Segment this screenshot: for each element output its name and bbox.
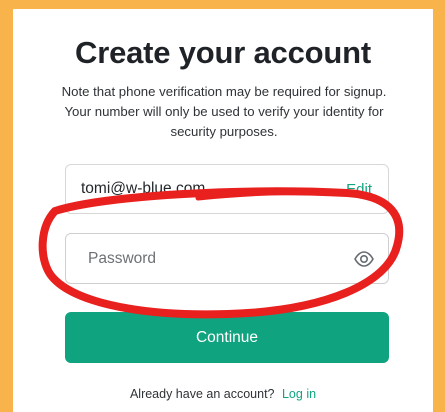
edit-email-link[interactable]: Edit bbox=[346, 181, 372, 198]
page-title: Create your account bbox=[75, 35, 371, 70]
show-password-toggle[interactable] bbox=[352, 247, 376, 271]
login-prompt-text: Already have an account? bbox=[129, 387, 275, 401]
email-value: tomi@w-blue.com bbox=[81, 180, 206, 197]
email-field: tomi@w-blue.com Edit bbox=[65, 164, 389, 214]
login-link[interactable]: Log in bbox=[282, 387, 316, 401]
eye-icon bbox=[354, 250, 374, 267]
login-prompt: Already have an account? Log in bbox=[13, 387, 433, 401]
password-input[interactable] bbox=[88, 243, 352, 274]
password-field[interactable] bbox=[65, 233, 389, 284]
signup-panel: Create your account Note that phone veri… bbox=[13, 9, 433, 412]
continue-button[interactable]: Continue bbox=[65, 312, 389, 363]
phone-verification-note: Note that phone verification may be requ… bbox=[61, 84, 387, 139]
